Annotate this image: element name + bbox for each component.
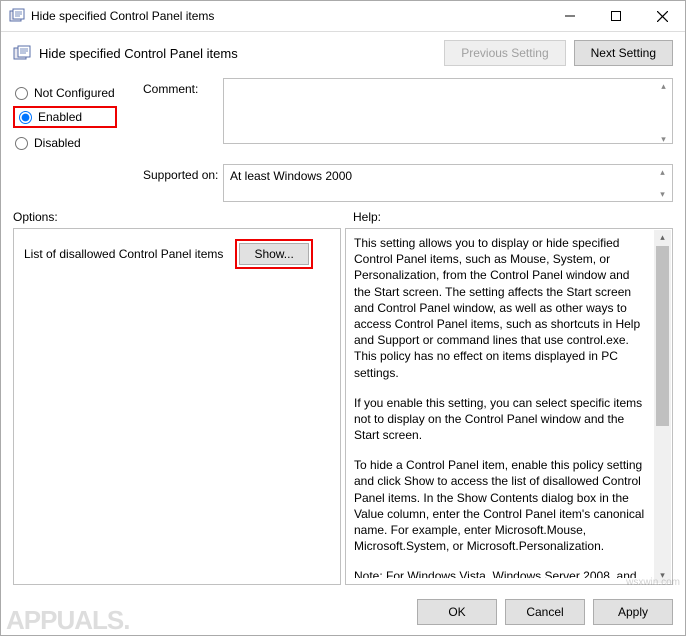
help-text: This setting allows you to display or hi… xyxy=(354,235,668,578)
help-paragraph: To hide a Control Panel item, enable thi… xyxy=(354,457,648,554)
cancel-button[interactable]: Cancel xyxy=(505,599,585,625)
panel-labels: Options: Help: xyxy=(1,202,685,228)
minimize-button[interactable] xyxy=(547,1,593,31)
titlebar: Hide specified Control Panel items xyxy=(1,1,685,32)
state-radio-group: Not Configured Enabled Disabled xyxy=(13,78,143,156)
help-paragraph: If you enable this setting, you can sele… xyxy=(354,395,648,444)
comment-field-wrap: ▴ ▾ xyxy=(223,78,673,147)
options-panel: List of disallowed Control Panel items S… xyxy=(13,228,341,585)
policy-icon xyxy=(9,8,25,24)
radio-not-configured-input[interactable] xyxy=(15,87,28,100)
scroll-down-icon[interactable]: ▾ xyxy=(654,570,671,581)
subheader: Hide specified Control Panel items Previ… xyxy=(1,32,685,78)
config-row: Not Configured Enabled Disabled Comment:… xyxy=(1,78,685,156)
help-paragraph: Note: For Windows Vista, Windows Server … xyxy=(354,568,648,578)
help-panel: This setting allows you to display or hi… xyxy=(345,228,673,585)
scrollbar-thumb[interactable] xyxy=(656,246,669,426)
apply-button[interactable]: Apply xyxy=(593,599,673,625)
radio-disabled[interactable]: Disabled xyxy=(13,132,143,154)
policy-name: Hide specified Control Panel items xyxy=(39,46,444,61)
next-setting-button[interactable]: Next Setting xyxy=(574,40,673,66)
panels: List of disallowed Control Panel items S… xyxy=(1,228,685,591)
radio-not-configured-label: Not Configured xyxy=(34,86,115,100)
supported-row: Supported on: At least Windows 2000 ▴ ▾ xyxy=(1,164,685,202)
option-list-row: List of disallowed Control Panel items S… xyxy=(24,239,330,269)
policy-item-icon xyxy=(13,44,31,62)
radio-enabled-label: Enabled xyxy=(38,110,82,124)
help-label: Help: xyxy=(353,210,381,224)
scroll-up-icon[interactable]: ▴ xyxy=(654,232,671,243)
comment-label: Comment: xyxy=(143,78,223,96)
previous-setting-button: Previous Setting xyxy=(444,40,565,66)
supported-on-field: At least Windows 2000 ▴ ▾ xyxy=(223,164,673,202)
footer-buttons: OK Cancel Apply xyxy=(1,591,685,635)
supported-label: Supported on: xyxy=(143,164,223,182)
help-paragraph: This setting allows you to display or hi… xyxy=(354,235,648,381)
comment-textarea[interactable] xyxy=(223,78,673,144)
nav-buttons: Previous Setting Next Setting xyxy=(444,40,673,66)
options-label: Options: xyxy=(13,210,353,224)
scroll-down-icon: ▾ xyxy=(654,188,671,200)
radio-disabled-label: Disabled xyxy=(34,136,81,150)
window-controls xyxy=(547,1,685,31)
policy-editor-window: Hide specified Control Panel items Hide … xyxy=(0,0,686,636)
scroll-up-icon: ▴ xyxy=(655,80,672,92)
supported-on-value: At least Windows 2000 xyxy=(230,169,352,183)
show-button[interactable]: Show... xyxy=(239,243,308,265)
highlight-show-box: Show... xyxy=(235,239,312,269)
ok-button[interactable]: OK xyxy=(417,599,497,625)
radio-not-configured[interactable]: Not Configured xyxy=(13,82,143,104)
radio-disabled-input[interactable] xyxy=(15,137,28,150)
scroll-down-icon: ▾ xyxy=(655,133,672,145)
help-scrollbar[interactable]: ▴ ▾ xyxy=(654,230,671,583)
maximize-button[interactable] xyxy=(593,1,639,31)
highlight-enabled-box: Enabled xyxy=(13,106,117,128)
radio-enabled-input[interactable] xyxy=(19,111,32,124)
scroll-up-icon: ▴ xyxy=(654,166,671,178)
radio-enabled[interactable]: Enabled xyxy=(17,110,113,124)
disallowed-list-label: List of disallowed Control Panel items xyxy=(24,247,223,261)
window-title: Hide specified Control Panel items xyxy=(31,9,547,23)
close-button[interactable] xyxy=(639,1,685,31)
